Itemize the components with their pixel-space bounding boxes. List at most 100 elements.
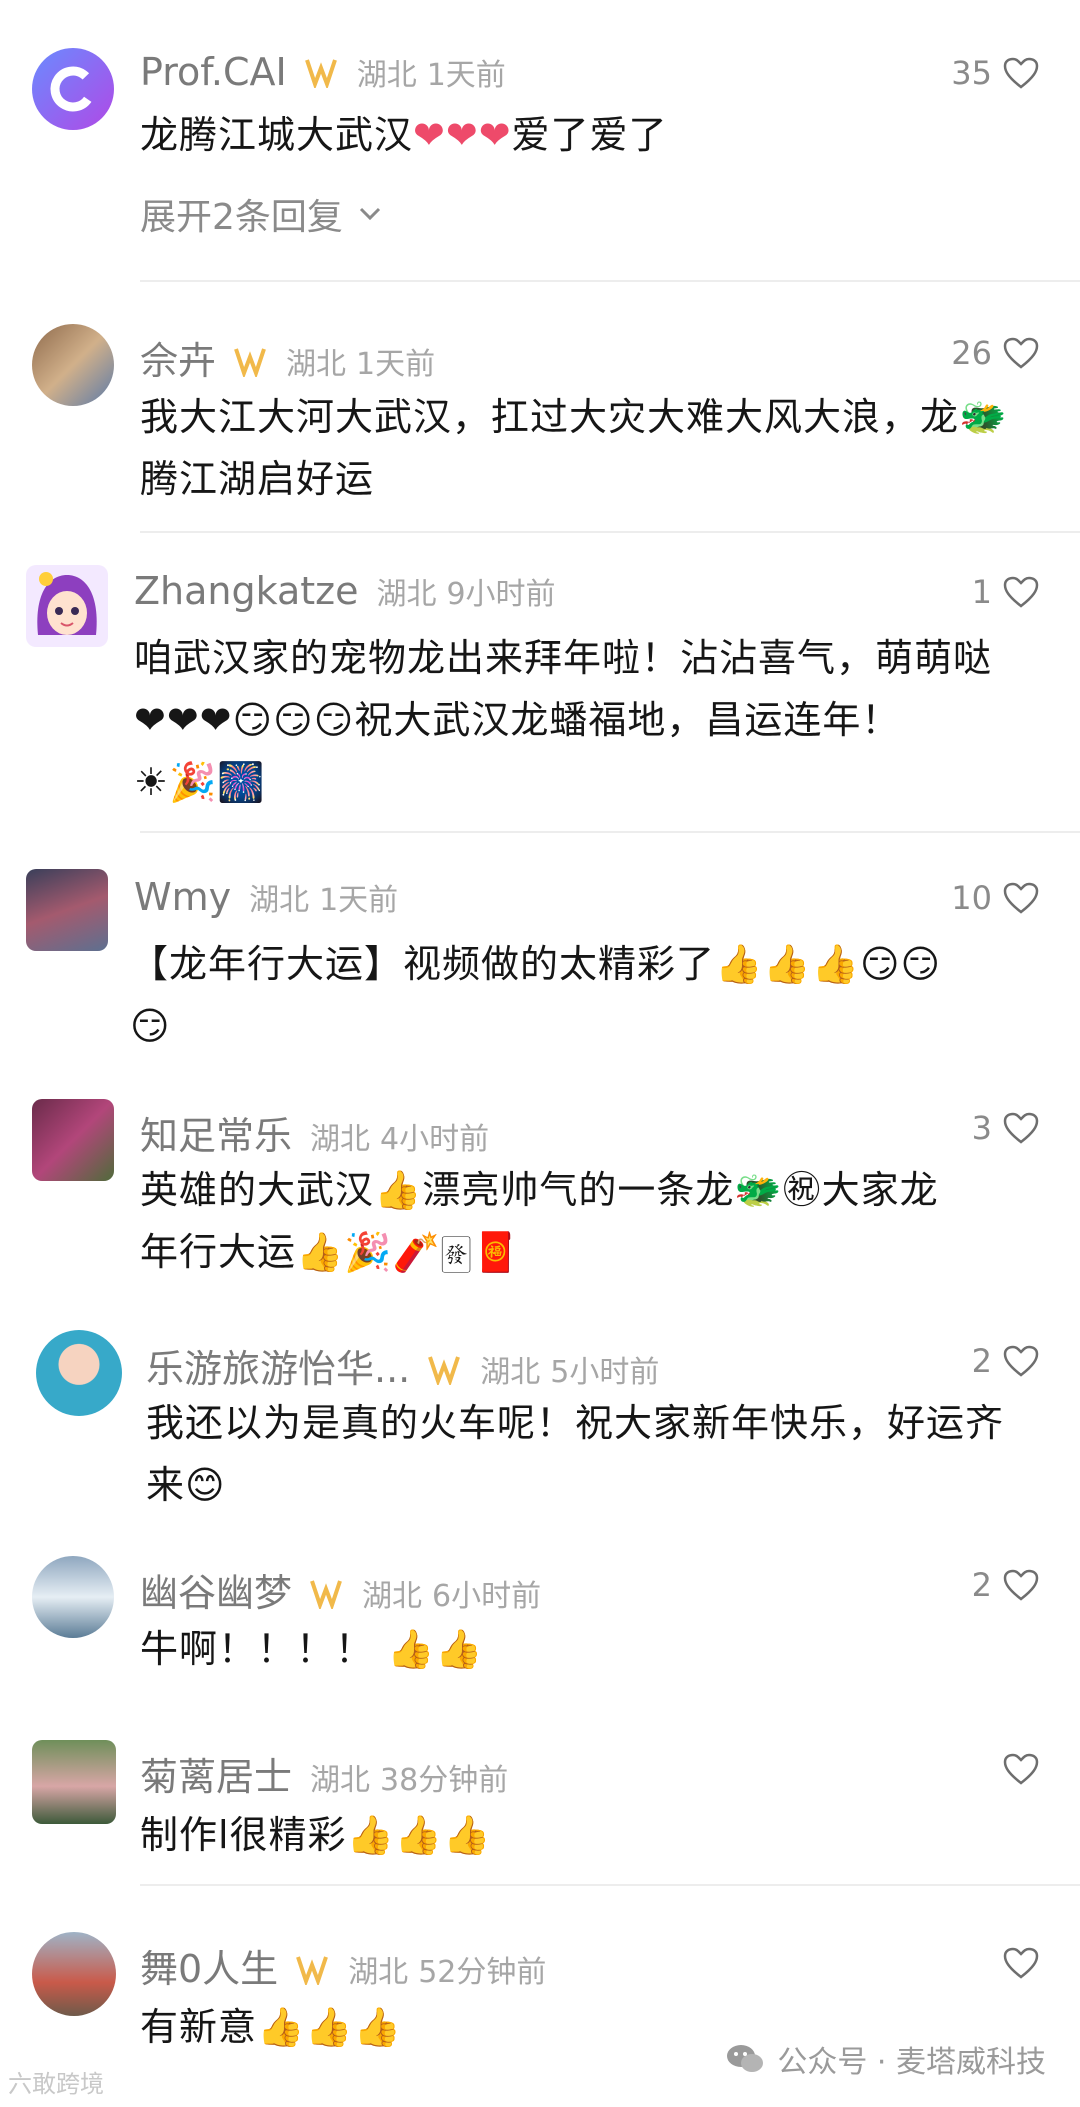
comment-location: 湖北 <box>310 1763 371 1798</box>
watermark-right-text: 公众号 · 麦塔威科技 <box>777 2045 1046 2080</box>
like-count: 2 <box>971 1566 992 1604</box>
comment-text: 英雄的大武汉👍漂亮帅气的一条龙🐲㊗大家龙 年行大运👍🎉🧨🀅🧧 <box>140 1159 1040 1283</box>
like-count: 3 <box>971 1109 992 1147</box>
comment-text-line: 我大江大河大武汉，扛过大灾大难大风大浪，龙🐲 <box>140 395 1008 439</box>
like-button[interactable]: 3 <box>972 1109 1040 1147</box>
comment-text-part: 爱了爱了 <box>511 113 668 157</box>
like-button[interactable]: 2 <box>972 1342 1040 1380</box>
comment-meta: 菊蓠居士 湖北 38分钟前 <box>140 1746 518 1801</box>
heart-outline-icon[interactable] <box>1002 336 1040 370</box>
comment-time: 38分钟前 <box>380 1763 509 1798</box>
heart-outline-icon[interactable] <box>1002 1568 1040 1602</box>
like-button[interactable]: 2 <box>972 1566 1040 1604</box>
heart-emoji-icon: ❤❤❤ <box>413 113 512 157</box>
username[interactable]: 幽谷幽梦 <box>140 1562 292 1617</box>
username[interactable]: 乐游旅游怡华... <box>146 1338 410 1393</box>
comment-text-line: ☀🎉🎆 <box>134 760 266 804</box>
username[interactable]: 菊蓠居士 <box>140 1746 292 1801</box>
comment-meta: Prof.CAI 湖北 1天前 <box>140 50 516 94</box>
fan-badge-icon <box>428 1356 461 1385</box>
comment-location: 湖北 <box>310 1122 371 1157</box>
like-count: 1 <box>971 573 992 611</box>
comment-location: 湖北 <box>480 1355 541 1390</box>
watermark-left: 六敢跨境 <box>8 2064 104 2099</box>
comment-meta: 舞0人生 湖北 52分钟前 <box>140 1938 556 1993</box>
comment-time: 4小时前 <box>380 1122 490 1157</box>
comment-time: 9小时前 <box>446 577 556 612</box>
comment-text-line: 牛啊！！！！ 👍👍 <box>140 1627 484 1671</box>
heart-outline-icon[interactable] <box>1002 1344 1040 1378</box>
username[interactable]: 舞0人生 <box>140 1938 278 1993</box>
comment-text: 我还以为是真的火车呢！祝大家新年快乐，好运齐 来😊 <box>146 1392 1040 1516</box>
like-count: 2 <box>971 1342 992 1380</box>
username[interactable]: Zhangkatze <box>134 569 358 613</box>
like-button[interactable]: 26 <box>951 334 1040 372</box>
comment-text-line: 制作l很精彩👍👍👍 <box>140 1813 492 1857</box>
like-button[interactable] <box>992 1946 1040 1980</box>
comment-time: 1天前 <box>426 58 506 93</box>
like-button[interactable]: 10 <box>951 879 1040 917</box>
comment-location: 湖北 <box>376 577 437 612</box>
comment-meta: Wmy 湖北 1天前 <box>134 875 408 919</box>
username[interactable]: Wmy <box>134 875 231 919</box>
user-avatar[interactable] <box>26 565 108 647</box>
user-avatar[interactable] <box>32 1556 114 1638</box>
comment-meta: Zhangkatze 湖北 9小时前 <box>134 569 566 613</box>
watermark-right: 公众号 · 麦塔威科技 <box>725 2037 1046 2081</box>
user-avatar[interactable] <box>32 1740 116 1824</box>
heart-outline-icon[interactable] <box>1002 1111 1040 1145</box>
cartoon-girl-avatar-icon <box>37 572 97 635</box>
expand-replies-button[interactable]: 展开2条回复 <box>140 188 385 240</box>
comment-time: 5小时前 <box>550 1355 660 1390</box>
like-count: 26 <box>951 334 992 372</box>
comment-location: 湖北 <box>286 347 347 382</box>
heart-outline-icon[interactable] <box>1002 881 1040 915</box>
comment-location: 湖北 <box>348 1955 409 1990</box>
comment-text-line: 腾江湖启好运 <box>140 457 375 501</box>
user-avatar[interactable] <box>32 324 114 406</box>
user-avatar[interactable] <box>32 48 114 130</box>
divider <box>140 531 1080 533</box>
comment-text-part: 龙腾江城大武汉 <box>140 113 414 157</box>
heart-outline-icon[interactable] <box>1002 1946 1040 1980</box>
comment-location: 湖北 <box>356 58 417 93</box>
comment-meta: 佘卉 湖北 1天前 <box>140 330 445 385</box>
comment-meta: 幽谷幽梦 湖北 6小时前 <box>140 1562 551 1617</box>
wechat-icon <box>727 2045 764 2072</box>
chevron-down-icon <box>359 207 380 221</box>
comment-text-line: 年行大运👍🎉🧨🀅🧧 <box>140 1230 521 1274</box>
username[interactable]: Prof.CAI <box>140 50 287 94</box>
comment-meta: 乐游旅游怡华... 湖北 5小时前 <box>146 1338 669 1393</box>
username[interactable]: 知足常乐 <box>140 1105 292 1160</box>
user-avatar[interactable] <box>26 869 108 951</box>
fan-badge-icon <box>296 1956 329 1985</box>
comment-text: 制作l很精彩👍👍👍 <box>140 1804 1040 1866</box>
user-avatar[interactable] <box>32 1932 116 2016</box>
comment-location: 湖北 <box>249 883 310 918</box>
like-button[interactable]: 35 <box>951 54 1040 92</box>
divider <box>140 831 1080 833</box>
comment-time: 6小时前 <box>432 1579 542 1614</box>
comment-meta: 知足常乐 湖北 4小时前 <box>140 1105 499 1160</box>
like-count: 10 <box>951 879 992 917</box>
watermark-left-text: 六敢跨境 <box>8 2070 104 2098</box>
comment-text: 我大江大河大武汉，扛过大灾大难大风大浪，龙🐲 腾江湖启好运 <box>140 386 1040 510</box>
divider <box>140 280 1080 282</box>
divider <box>140 1884 1080 1886</box>
fan-badge-icon <box>234 348 266 377</box>
username[interactable]: 佘卉 <box>140 330 216 385</box>
user-avatar[interactable] <box>36 1330 122 1416</box>
comment-text-line: 😏 <box>130 1004 171 1048</box>
comment-text: 牛啊！！！！ 👍👍 <box>140 1618 1040 1680</box>
fan-badge-icon <box>304 59 337 88</box>
like-button[interactable]: 1 <box>972 573 1040 611</box>
like-button[interactable] <box>992 1752 1040 1786</box>
comment-time: 1天前 <box>319 883 399 918</box>
comment-time: 52分钟前 <box>418 1955 547 1990</box>
comment-time: 1天前 <box>356 347 436 382</box>
avatar-c-logo-icon <box>50 66 96 112</box>
heart-outline-icon[interactable] <box>1002 56 1040 90</box>
heart-outline-icon[interactable] <box>1002 1752 1040 1786</box>
heart-outline-icon[interactable] <box>1002 575 1040 609</box>
user-avatar[interactable] <box>32 1099 114 1181</box>
